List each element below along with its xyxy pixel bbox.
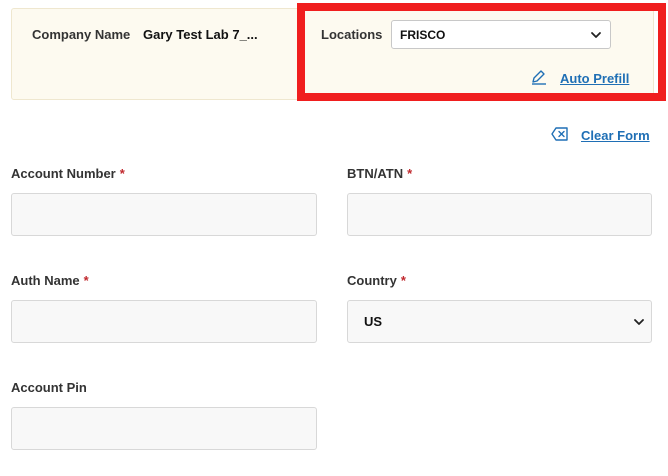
auto-prefill-link[interactable]: Auto Prefill bbox=[560, 71, 629, 86]
country-select[interactable]: US bbox=[347, 300, 652, 343]
pencil-icon[interactable] bbox=[529, 68, 547, 86]
clear-icon[interactable] bbox=[551, 127, 569, 141]
country-label: Country * bbox=[347, 273, 406, 288]
locations-label: Locations bbox=[321, 27, 383, 42]
account-pin-label: Account Pin bbox=[11, 380, 87, 395]
btn-atn-label: BTN/ATN * bbox=[347, 166, 413, 181]
auth-name-label: Auth Name * bbox=[11, 273, 89, 288]
locations-select[interactable]: FRISCO bbox=[391, 20, 611, 49]
locations-selected-value: FRISCO bbox=[400, 27, 446, 42]
btn-atn-input[interactable] bbox=[347, 193, 652, 236]
account-number-label: Account Number * bbox=[11, 166, 125, 181]
chevron-down-icon bbox=[634, 318, 644, 325]
company-name-value: Gary Test Lab 7_... bbox=[143, 27, 258, 42]
account-pin-input[interactable] bbox=[11, 407, 317, 450]
country-selected-value: US bbox=[364, 314, 383, 329]
required-marker: * bbox=[119, 166, 125, 181]
account-number-input[interactable] bbox=[11, 193, 317, 236]
chevron-down-icon bbox=[591, 31, 601, 38]
locations-highlight-box bbox=[297, 3, 666, 101]
required-marker: * bbox=[83, 273, 89, 288]
company-name-label: Company Name bbox=[32, 27, 131, 42]
clear-form-link[interactable]: Clear Form bbox=[581, 128, 650, 143]
required-marker: * bbox=[407, 166, 413, 181]
auth-name-input[interactable] bbox=[11, 300, 317, 343]
required-marker: * bbox=[400, 273, 406, 288]
